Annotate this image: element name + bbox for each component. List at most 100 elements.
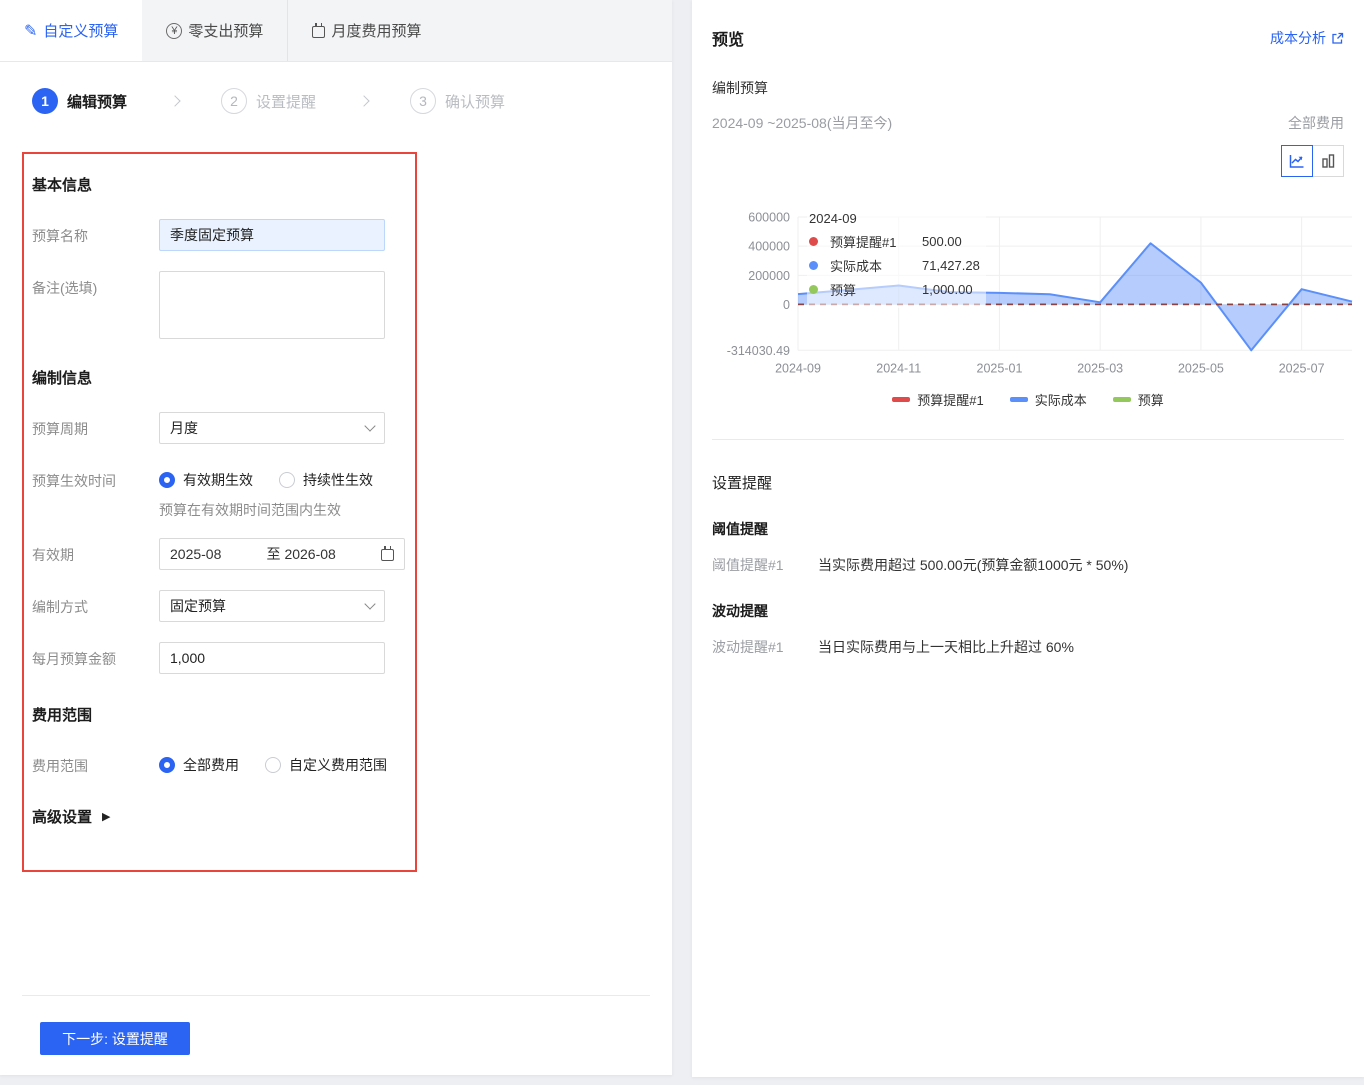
- cost-scope-label: 费用范围: [32, 758, 88, 774]
- step-confirm-budget: 3 确认预算: [410, 88, 505, 114]
- preview-scope: 全部费用: [1288, 115, 1344, 131]
- svg-text:2024-09: 2024-09: [775, 361, 821, 375]
- selected-value: 月度: [170, 420, 198, 436]
- svg-text:-314030.49: -314030.49: [727, 344, 790, 358]
- step-number: 1: [32, 88, 58, 114]
- section-title-basic-info: 基本信息: [32, 177, 93, 194]
- budget-type-tabs: ✎ 自定义预算 ¥ 零支出预算 月度费用预算: [0, 0, 672, 62]
- threshold-alert-label: 阈值提醒#1: [712, 557, 784, 573]
- radio-label: 持续性生效: [303, 472, 373, 488]
- svg-text:400000: 400000: [748, 240, 790, 254]
- legend-item[interactable]: 实际成本: [1009, 390, 1087, 409]
- budget-period-select[interactable]: 月度: [159, 412, 385, 444]
- svg-text:2024-11: 2024-11: [876, 361, 921, 375]
- line-chart-toggle-button[interactable]: [1281, 145, 1313, 177]
- budget-period-label: 预算周期: [32, 421, 88, 437]
- radio-off-icon: [279, 472, 295, 488]
- step-label: 确认预算: [445, 93, 506, 111]
- cost-analysis-link[interactable]: 成本分析: [1270, 28, 1344, 48]
- fluctuation-alert-title: 波动提醒: [712, 603, 768, 619]
- svg-text:200000: 200000: [748, 269, 790, 283]
- validity-daterange-picker[interactable]: 2025-08 至 2026-08: [159, 538, 405, 570]
- tab-zero-spend-budget[interactable]: ¥ 零支出预算: [142, 0, 287, 61]
- selected-value: 固定预算: [170, 598, 226, 614]
- step-label: 设置提醒: [256, 93, 317, 111]
- legend-swatch-icon: [1112, 397, 1131, 402]
- date-start: 2025-08: [170, 546, 222, 562]
- divider: [712, 439, 1344, 440]
- budget-form-highlighted-region: 基本信息 预算名称 备注(选填) 编制信息 预算周期 月度 预算生效时间: [22, 152, 417, 872]
- radio-on-icon: [159, 472, 175, 488]
- legend-swatch-icon: [1009, 397, 1028, 402]
- radio-continuous[interactable]: 持续性生效: [279, 470, 373, 490]
- preview-subtitle: 编制预算: [712, 80, 768, 96]
- validity-label: 有效期: [32, 547, 74, 563]
- step-set-alerts: 2 设置提醒: [221, 88, 316, 114]
- alerts-section-title: 设置提醒: [712, 475, 773, 492]
- date-end: 2026-08: [284, 546, 336, 562]
- radio-custom-scope[interactable]: 自定义费用范围: [265, 755, 387, 775]
- chart-legend: 预算提醒#1 实际成本 预算: [712, 390, 1344, 409]
- budget-editor-panel: ✎ 自定义预算 ¥ 零支出预算 月度费用预算 1 编辑预算 2 设置提醒 3 确…: [0, 0, 672, 1075]
- calendar-icon: [381, 546, 394, 561]
- monthly-amount-label: 每月预算金额: [32, 651, 116, 667]
- budget-preview-chart[interactable]: 600000 400000 200000 0 -314030.49 2024-09 2024…: [712, 207, 1353, 409]
- tab-custom-budget[interactable]: ✎ 自定义预算: [0, 0, 143, 61]
- legend-item[interactable]: 预算提醒#1: [892, 390, 984, 409]
- tab-monthly-cost-budget[interactable]: 月度费用预算: [287, 0, 445, 61]
- next-step-button[interactable]: 下一步: 设置提醒: [40, 1022, 190, 1055]
- effective-time-hint: 预算在有效期时间范围内生效: [159, 502, 341, 518]
- step-number: 2: [221, 88, 248, 114]
- radio-validity-period[interactable]: 有效期生效: [159, 470, 253, 490]
- line-chart-icon: [1289, 155, 1304, 168]
- wizard-steps: 1 编辑预算 2 设置提醒 3 确认预算: [0, 62, 672, 114]
- chart-type-toggle: [712, 145, 1344, 177]
- svg-text:600000: 600000: [748, 211, 790, 225]
- pencil-icon: ✎: [24, 22, 38, 40]
- svg-text:2025-01: 2025-01: [977, 361, 1023, 375]
- svg-text:0: 0: [783, 298, 790, 312]
- fluctuation-alert-row: 波动提醒#1 当日实际费用与上一天相比上升超过 60%: [712, 637, 1344, 657]
- monthly-amount-input[interactable]: [159, 642, 385, 674]
- svg-text:2025-05: 2025-05: [1178, 361, 1224, 375]
- date-separator: 至 2026-08: [266, 546, 336, 562]
- effective-time-label: 预算生效时间: [32, 473, 116, 489]
- legend-item[interactable]: 预算: [1112, 390, 1164, 409]
- chevron-down-icon: [364, 598, 376, 610]
- radio-all-costs[interactable]: 全部费用: [159, 755, 239, 775]
- threshold-alert-title: 阈值提醒: [712, 521, 768, 537]
- chevron-right-icon: [358, 95, 370, 107]
- radio-label: 全部费用: [183, 757, 239, 773]
- radio-label: 有效期生效: [183, 472, 253, 488]
- bar-chart-icon: [1322, 154, 1335, 168]
- threshold-alert-row: 阈值提醒#1 当实际费用超过 500.00元(预算金额1000元 * 50%): [712, 555, 1344, 575]
- section-title-cost-scope: 费用范围: [32, 707, 93, 724]
- note-label: 备注(选填): [32, 280, 98, 296]
- radio-off-icon: [265, 757, 281, 773]
- advanced-settings-label: 高级设置: [32, 809, 93, 826]
- calendar-icon: [312, 22, 326, 38]
- compile-method-select[interactable]: 固定预算: [159, 590, 385, 622]
- radio-on-icon: [159, 757, 175, 773]
- compile-method-label: 编制方式: [32, 599, 88, 615]
- note-textarea[interactable]: [159, 271, 385, 339]
- preview-panel: 预览 成本分析 编制预算 2024-09 ~2025-08(当月至今) 全部费用: [692, 0, 1364, 1077]
- section-title-compile-info: 编制信息: [32, 370, 93, 387]
- threshold-alert-text: 当实际费用超过 500.00元(预算金额1000元 * 50%): [818, 557, 1129, 573]
- bar-chart-toggle-button[interactable]: [1312, 145, 1344, 177]
- tab-label: 月度费用预算: [331, 23, 422, 40]
- fluctuation-alert-text: 当日实际费用与上一天相比上升超过 60%: [818, 639, 1074, 655]
- triangle-right-icon: ▶: [102, 811, 111, 823]
- step-number: 3: [410, 88, 437, 114]
- area-chart-canvas: 600000 400000 200000 0 -314030.49 2024-09 2024…: [727, 211, 1353, 375]
- yen-circle-icon: ¥: [166, 22, 183, 39]
- tab-label: 零支出预算: [188, 23, 264, 40]
- chevron-right-icon: [169, 95, 181, 107]
- link-label: 成本分析: [1270, 30, 1326, 46]
- advanced-settings-toggle[interactable]: 高级设置 ▶: [32, 806, 405, 827]
- tab-label: 自定义预算: [43, 23, 119, 40]
- svg-text:2025-07: 2025-07: [1279, 361, 1325, 375]
- step-label: 编辑预算: [67, 93, 128, 111]
- svg-text:2025-03: 2025-03: [1077, 361, 1123, 375]
- budget-name-input[interactable]: [159, 219, 385, 251]
